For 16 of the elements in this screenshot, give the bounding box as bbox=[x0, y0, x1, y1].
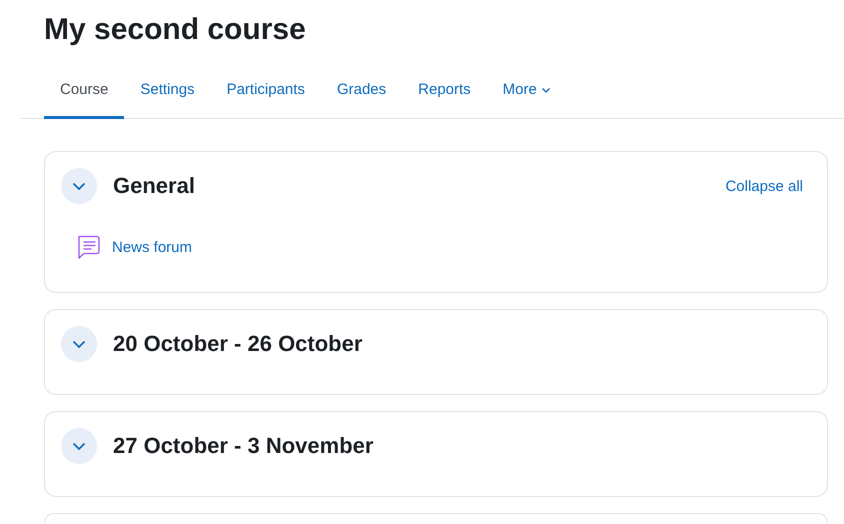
speech-bubble-icon bbox=[76, 234, 102, 260]
collapse-toggle[interactable] bbox=[61, 326, 97, 362]
course-title: My second course bbox=[44, 12, 307, 48]
course-tab[interactable]: Course bbox=[44, 60, 124, 119]
course-tab[interactable]: More bbox=[486, 60, 567, 119]
course-tab[interactable]: Participants bbox=[210, 60, 321, 119]
section-title: General bbox=[113, 173, 196, 199]
activity-link[interactable]: News forum bbox=[112, 238, 192, 256]
collapse-toggle[interactable] bbox=[61, 168, 97, 204]
section-title: 20 October - 26 October bbox=[113, 331, 364, 357]
course-tab[interactable]: Grades bbox=[320, 60, 402, 119]
collapse-toggle[interactable] bbox=[61, 428, 97, 464]
collapse-all-link[interactable]: Collapse all bbox=[725, 178, 803, 194]
course-tab[interactable]: Settings bbox=[124, 60, 211, 119]
course-tab[interactable]: Reports bbox=[402, 60, 487, 119]
section-title: 27 October - 3 November bbox=[113, 433, 374, 459]
